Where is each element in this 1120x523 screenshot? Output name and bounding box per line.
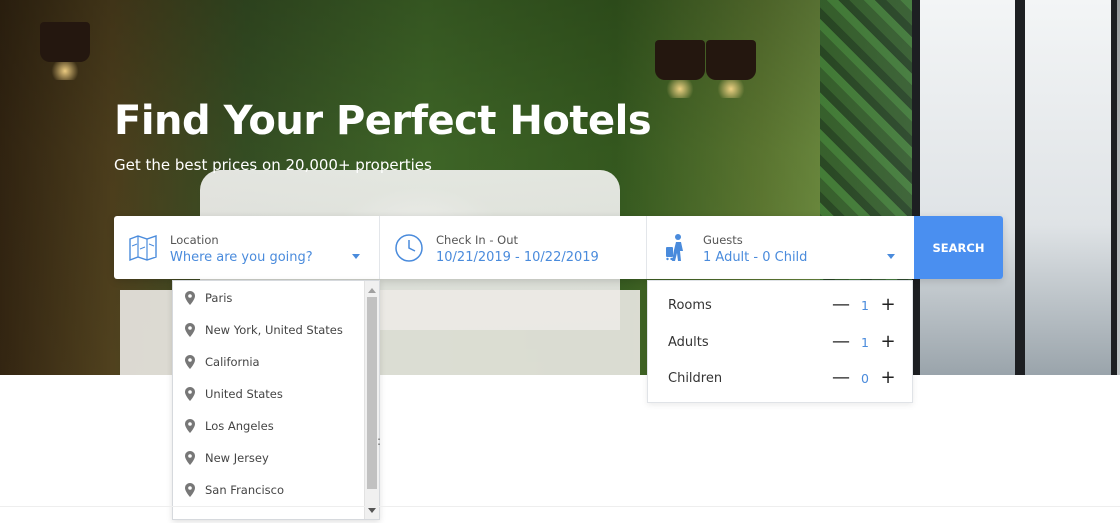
suggestion-label: New Jersey bbox=[205, 451, 269, 465]
suggestion-item[interactable]: San Francisco bbox=[173, 474, 365, 506]
decrement-button[interactable]: — bbox=[831, 331, 851, 353]
location-suggestions-dropdown: Paris New York, United States California Un… bbox=[172, 280, 380, 520]
suggestion-item[interactable]: New York, United States bbox=[173, 314, 365, 346]
guests-label: Guests bbox=[703, 233, 743, 247]
suggestion-label: Los Angeles bbox=[205, 419, 274, 433]
clock-icon bbox=[395, 234, 423, 262]
lamp-decoration bbox=[706, 40, 756, 98]
guest-row-rooms: Rooms — 1 + bbox=[648, 292, 912, 322]
chevron-down-icon[interactable] bbox=[352, 254, 360, 259]
increment-button[interactable]: + bbox=[878, 367, 898, 389]
guest-count: 1 bbox=[861, 334, 869, 350]
location-pin-icon bbox=[185, 323, 195, 337]
suggestion-item[interactable]: Los Angeles bbox=[173, 410, 365, 442]
lamp-decoration bbox=[40, 22, 90, 80]
search-bar: Location Where are you going? Check In -… bbox=[114, 216, 1003, 279]
suggestion-item[interactable]: California bbox=[173, 346, 365, 378]
suggestion-item[interactable]: New Jersey bbox=[173, 442, 365, 474]
guests-panel: Rooms — 1 + Adults — 1 + Children — 0 + bbox=[647, 280, 913, 403]
stray-text: : bbox=[377, 434, 382, 448]
location-pin-icon bbox=[185, 419, 195, 433]
decrement-button[interactable]: — bbox=[831, 294, 851, 316]
chevron-down-icon[interactable] bbox=[887, 254, 895, 259]
date-range-label: Check In - Out bbox=[436, 233, 519, 247]
guest-row-children: Children — 0 + bbox=[648, 365, 912, 395]
scroll-up-arrow-icon[interactable] bbox=[365, 283, 379, 297]
suggestion-item[interactable]: United States bbox=[173, 378, 365, 410]
suggestion-label: Paris bbox=[205, 291, 233, 305]
guest-row-adults: Adults — 1 + bbox=[648, 329, 912, 359]
suggestion-item[interactable]: Paris bbox=[173, 282, 365, 314]
location-pin-icon bbox=[185, 451, 195, 465]
date-range-field[interactable]: Check In - Out 10/21/2019 - 10/22/2019 bbox=[380, 216, 647, 279]
suggestion-label: San Francisco bbox=[205, 483, 285, 497]
scrollbar-thumb[interactable] bbox=[367, 297, 377, 489]
guest-row-label: Children bbox=[668, 371, 723, 386]
hero-title: Find Your Perfect Hotels bbox=[114, 98, 652, 144]
location-pin-icon bbox=[185, 291, 195, 305]
dropdown-scrollbar[interactable] bbox=[364, 281, 379, 519]
increment-button[interactable]: + bbox=[878, 294, 898, 316]
suggestion-label: United States bbox=[205, 387, 283, 401]
location-pin-icon bbox=[185, 355, 195, 369]
search-button[interactable]: SEARCH bbox=[914, 216, 1003, 279]
location-label: Location bbox=[170, 233, 219, 247]
guest-row-label: Rooms bbox=[668, 298, 712, 313]
decrement-button[interactable]: — bbox=[831, 367, 851, 389]
guest-count: 1 bbox=[861, 298, 869, 313]
guest-row-label: Adults bbox=[668, 334, 709, 350]
hero-banner bbox=[0, 0, 1120, 375]
guests-value[interactable]: 1 Adult - 0 Child bbox=[703, 250, 807, 265]
guest-count: 0 bbox=[861, 371, 869, 386]
date-range-value[interactable]: 10/21/2019 - 10/22/2019 bbox=[436, 250, 599, 265]
location-field[interactable]: Location Where are you going? bbox=[114, 216, 380, 279]
location-pin-icon bbox=[185, 387, 195, 401]
guests-field[interactable]: Guests 1 Adult - 0 Child bbox=[647, 216, 914, 279]
traveler-icon bbox=[666, 234, 683, 261]
hero-subtitle: Get the best prices on 20,000+ propertie… bbox=[114, 156, 432, 174]
lamp-decoration bbox=[655, 40, 705, 98]
location-pin-icon bbox=[185, 483, 195, 497]
window-decoration bbox=[912, 0, 1117, 375]
divider bbox=[0, 506, 1120, 507]
location-input[interactable]: Where are you going? bbox=[170, 250, 313, 265]
suggestion-label: California bbox=[205, 355, 260, 369]
suggestion-label: New York, United States bbox=[205, 323, 343, 337]
increment-button[interactable]: + bbox=[878, 331, 898, 353]
map-icon bbox=[129, 235, 157, 262]
